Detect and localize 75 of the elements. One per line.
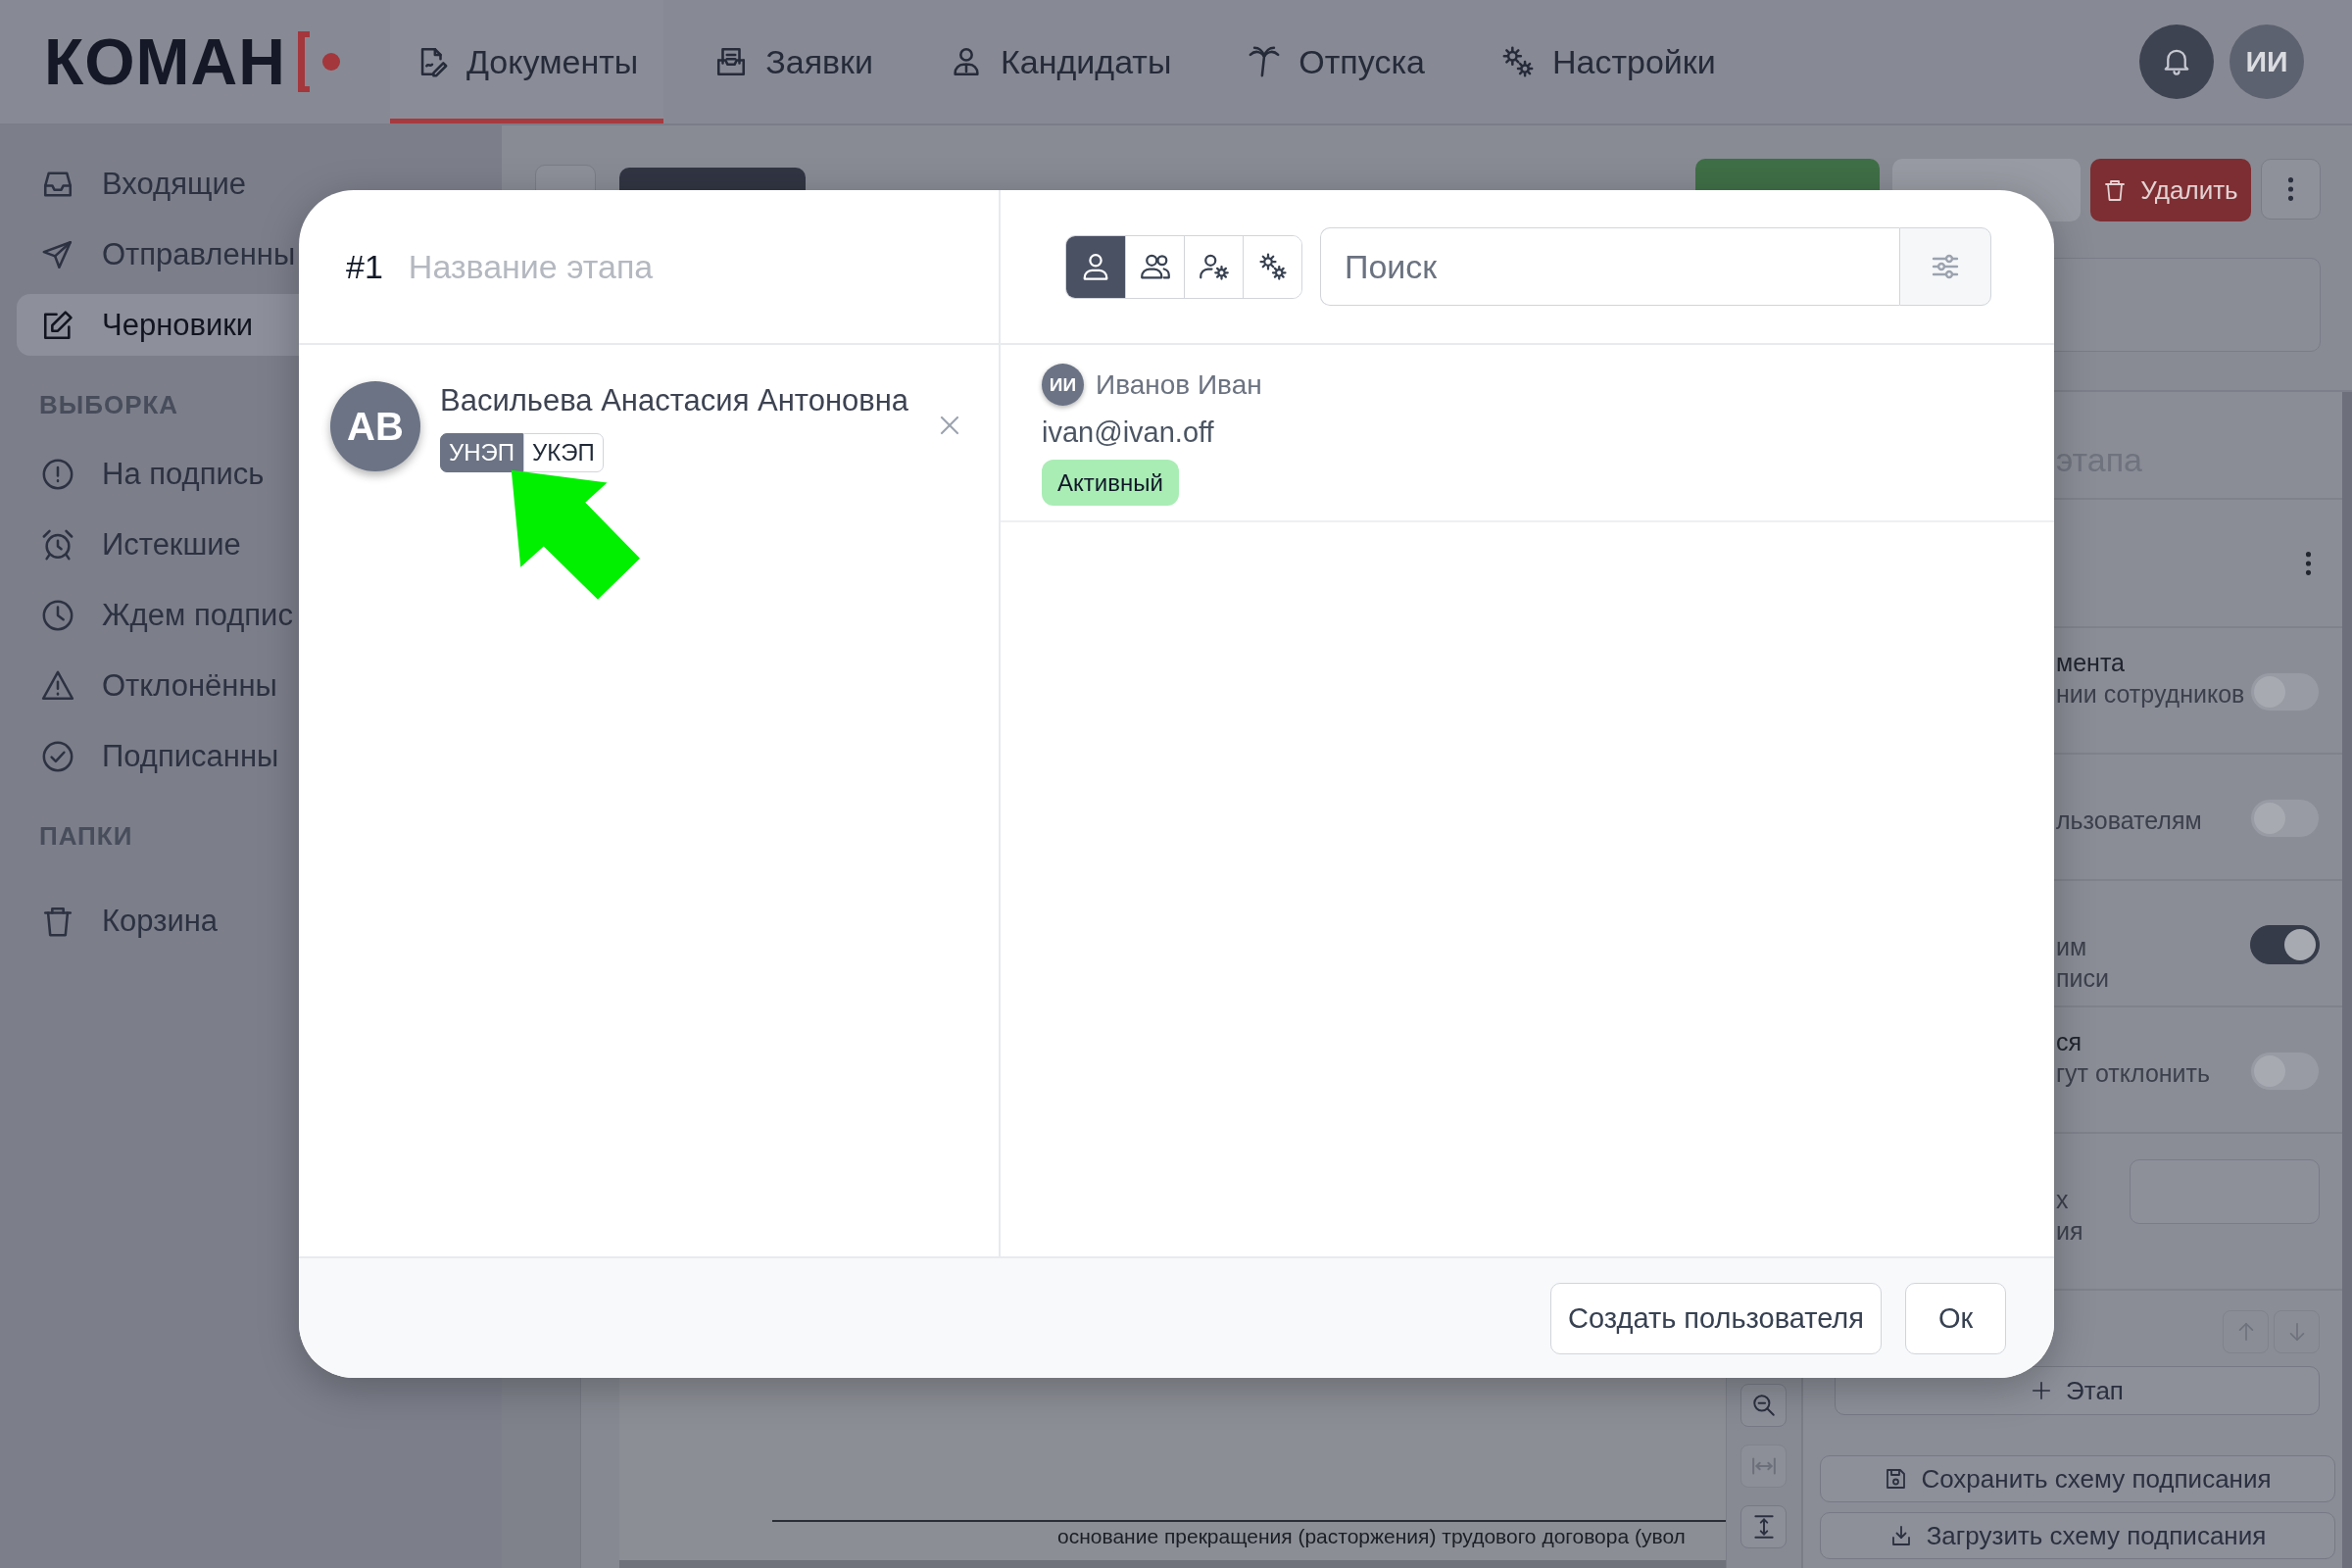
person-gear-icon	[1199, 252, 1229, 281]
option-description: нии сотрудников	[2056, 679, 2245, 710]
toggle-switch[interactable]	[2250, 1052, 2320, 1091]
user-name: Иванов Иван	[1096, 368, 1262, 401]
filter-mode-button[interactable]	[1066, 235, 1125, 298]
nav-tab[interactable]: Заявки	[689, 0, 899, 123]
signer-avatar: АВ	[330, 381, 420, 471]
nav-tab[interactable]: Настройки	[1475, 0, 1741, 123]
stage-name-field[interactable]: Название этапа	[408, 247, 999, 286]
save-scheme-button[interactable]: Сохранить схему подписания	[1820, 1455, 2335, 1502]
vertical-scrollbar[interactable]	[2342, 392, 2352, 1568]
delete-button[interactable]: Удалить	[2090, 159, 2251, 221]
nav-tab[interactable]: Кандидаты	[924, 0, 1198, 123]
option-description: льзователям	[2056, 806, 2202, 836]
plus-icon	[2031, 1380, 2053, 1401]
option-description: им	[2056, 932, 2087, 962]
fit-height-button[interactable]	[1740, 1505, 1787, 1548]
sidebar-item[interactable]: Истекшие	[17, 514, 485, 575]
filter-button[interactable]	[1899, 227, 1991, 306]
zoom-out-icon	[1750, 1393, 1777, 1418]
user-email: ivan@ivan.off	[1042, 416, 1214, 450]
load-scheme-button[interactable]: Загрузить схему подписания	[1820, 1512, 2335, 1559]
alarm-clock-icon	[41, 527, 74, 562]
sidebar-item[interactable]: Входящие	[17, 153, 485, 215]
option-description: х	[2056, 1185, 2069, 1215]
zoom-out-button[interactable]	[1740, 1384, 1787, 1427]
option-title: ся	[2056, 1027, 2082, 1057]
stage-number: #1	[346, 247, 383, 286]
people-icon	[1140, 252, 1170, 281]
move-up-button[interactable]	[2223, 1310, 2269, 1353]
fit-width-button[interactable]	[1740, 1445, 1787, 1488]
more-button[interactable]	[2261, 159, 2321, 220]
kebab-menu-icon[interactable]	[2305, 550, 2312, 576]
signer-name: Васильева Анастасия Антоновна	[440, 382, 910, 419]
signature-type-option[interactable]: УКЭП	[523, 433, 604, 472]
status-badge: Активный	[1042, 460, 1179, 506]
option-description: ия	[2056, 1216, 2083, 1247]
warning-triangle-icon	[41, 668, 74, 703]
ok-button[interactable]: Ок	[1905, 1282, 2006, 1354]
pencil-square-icon	[41, 308, 74, 342]
palm-tree-icon	[1248, 45, 1282, 78]
toggle-switch[interactable]	[2250, 925, 2320, 964]
gears-icon	[1257, 252, 1288, 281]
exclamation-circle-icon	[41, 457, 74, 491]
toggle-switch[interactable]	[2250, 672, 2320, 711]
horizontal-scrollbar[interactable]	[619, 1560, 1726, 1568]
sidebar-item[interactable]: Подписанны	[17, 725, 485, 787]
search-field[interactable]: Поиск	[1320, 227, 1899, 306]
user-list-item[interactable]: ИИ Иванов Иван ivan@ivan.off Активный	[1001, 345, 2054, 522]
signature-type-option[interactable]: УНЭП	[440, 433, 524, 472]
user-avatar[interactable]: ИИ	[2230, 24, 2304, 99]
kebab-menu-icon	[2287, 176, 2294, 202]
option-title: мента	[2056, 648, 2125, 678]
sidebar-item[interactable]: Отклонённы	[17, 655, 485, 716]
check-circle-icon	[41, 739, 74, 773]
filter-mode-button[interactable]	[1243, 235, 1301, 298]
clock-icon	[41, 598, 74, 632]
option-description: писи	[2056, 963, 2109, 994]
nav-tab[interactable]: Отпуска	[1222, 0, 1450, 123]
trash-icon	[2103, 178, 2128, 202]
logo-text: КОМАН	[44, 29, 286, 94]
toggle-switch[interactable]	[2250, 799, 2320, 838]
remove-button[interactable]	[938, 414, 961, 437]
sidebar-item[interactable]: Корзина	[17, 890, 485, 952]
sidebar-item[interactable]: Ждем подпис	[17, 584, 485, 646]
add-stage-button[interactable]: Этап	[1835, 1366, 2320, 1415]
move-down-button[interactable]	[2274, 1310, 2320, 1353]
close-icon	[938, 414, 961, 437]
create-user-button[interactable]: Создать пользователя	[1550, 1282, 1882, 1354]
bell-icon	[2162, 47, 2191, 76]
user-avatar: ИИ	[1042, 364, 1084, 406]
person-icon	[1081, 252, 1110, 281]
option-description: гут отклонить	[2056, 1058, 2211, 1089]
document-text: основание прекращения (расторжения) трудового договора (увол	[1057, 1524, 1686, 1549]
gears-icon	[1500, 45, 1535, 78]
